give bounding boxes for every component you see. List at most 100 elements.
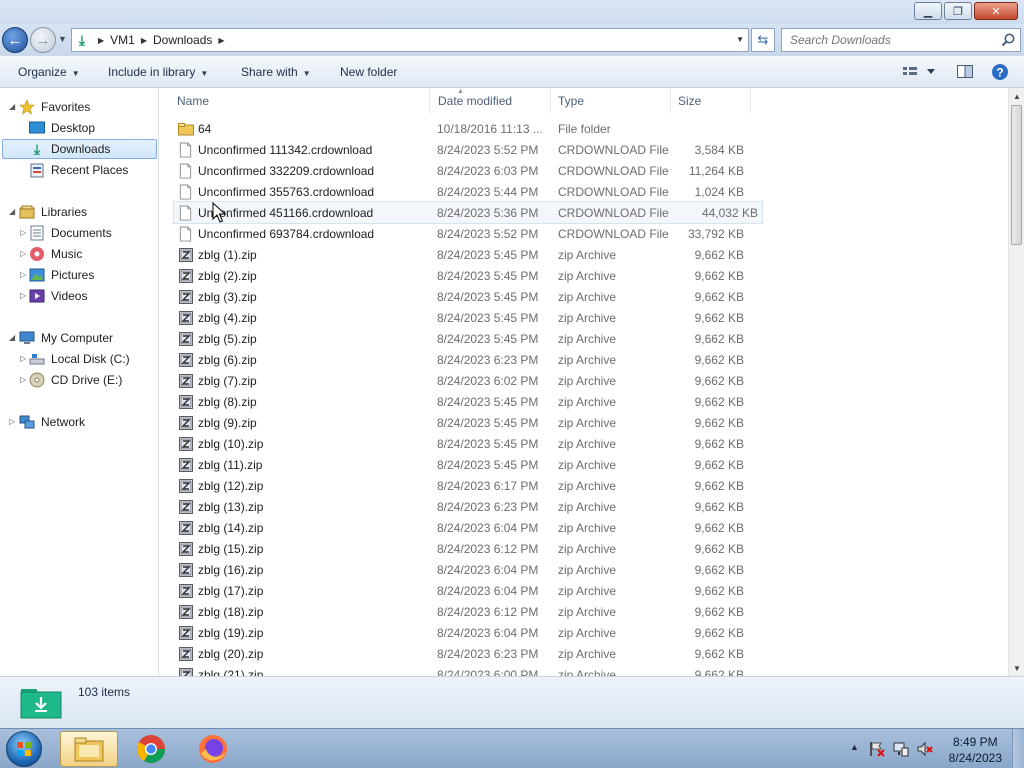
file-row[interactable]: zblg (4).zip 8/24/2023 5:45 PM zip Archive… <box>160 307 1008 328</box>
file-row[interactable]: zblg (5).zip 8/24/2023 5:45 PM zip Archive… <box>160 328 1008 349</box>
expand-arrow-icon[interactable]: ▷ <box>20 270 26 279</box>
address-bar[interactable]: ⤓ ▶ VM1 ▶ Downloads ▶ ▼ <box>71 28 749 52</box>
nav-libraries[interactable]: Libraries <box>18 202 87 222</box>
recent-pages-dropdown[interactable]: ▼ <box>58 34 67 44</box>
breadcrumb-downloads[interactable]: Downloads <box>153 33 212 47</box>
nav-favorites[interactable]: Favorites <box>18 97 90 117</box>
expand-arrow-icon[interactable]: ▷ <box>20 354 26 363</box>
breadcrumb-arrow-icon[interactable]: ▶ <box>218 36 224 45</box>
file-row[interactable]: zblg (14).zip 8/24/2023 6:04 PM zip Archiv… <box>160 517 1008 538</box>
nav-downloads[interactable]: ⤓ Downloads <box>2 139 157 159</box>
taskbar-explorer-button[interactable] <box>60 731 118 767</box>
file-row[interactable]: zblg (11).zip 8/24/2023 5:45 PM zip Archiv… <box>160 454 1008 475</box>
collapse-arrow-icon[interactable]: ◢ <box>9 207 15 216</box>
breadcrumb-arrow-icon[interactable]: ▶ <box>98 36 104 45</box>
file-type: zip Archive <box>558 604 617 619</box>
file-row[interactable]: Unconfirmed 693784.crdownload 8/24/2023 5… <box>160 223 1008 244</box>
nav-videos[interactable]: Videos <box>28 286 87 306</box>
taskbar-clock[interactable]: 8:49 PM 8/24/2023 <box>949 734 1002 766</box>
share-with-button[interactable]: Share with ▼ <box>241 65 311 79</box>
file-row[interactable]: zblg (9).zip 8/24/2023 5:45 PM zip Archive… <box>160 412 1008 433</box>
file-row[interactable]: zblg (7).zip 8/24/2023 6:02 PM zip Archive… <box>160 370 1008 391</box>
expand-arrow-icon[interactable]: ▷ <box>20 249 26 258</box>
start-button[interactable] <box>6 731 42 767</box>
network-status-icon[interactable] <box>892 740 910 758</box>
nav-my-computer[interactable]: My Computer <box>18 328 113 348</box>
show-desktop-button[interactable] <box>1012 729 1024 768</box>
file-row[interactable]: zblg (20).zip 8/24/2023 6:23 PM zip Archiv… <box>160 643 1008 664</box>
close-button[interactable]: ✕ <box>974 2 1018 20</box>
file-row[interactable]: zblg (12).zip 8/24/2023 6:17 PM zip Archiv… <box>160 475 1008 496</box>
nav-desktop[interactable]: Desktop <box>28 118 95 138</box>
breadcrumb-vm1[interactable]: VM1 <box>110 33 135 47</box>
nav-local-disk[interactable]: Local Disk (C:) <box>28 349 130 369</box>
file-icon <box>178 184 193 200</box>
file-icon <box>178 226 193 242</box>
column-header-type[interactable]: Type <box>551 88 671 114</box>
file-name: zblg (6).zip <box>198 352 257 367</box>
forward-button[interactable]: → <box>30 27 56 53</box>
search-box[interactable] <box>781 28 1021 52</box>
file-row[interactable]: zblg (2).zip 8/24/2023 5:45 PM zip Archive… <box>160 265 1008 286</box>
refresh-button[interactable]: ⇆ <box>751 28 775 52</box>
search-icon[interactable] <box>1000 32 1016 48</box>
file-row[interactable]: zblg (21).zip 8/24/2023 6:00 PM zip Archiv… <box>160 664 1008 676</box>
help-button[interactable]: ? <box>990 62 1010 85</box>
new-folder-button[interactable]: New folder <box>340 65 397 79</box>
column-header-date[interactable]: Date modified <box>430 88 551 114</box>
vertical-scrollbar[interactable]: ▲ ▼ <box>1008 88 1024 676</box>
system-tray: ▲ 8:49 PM 8/24/2023 <box>834 729 1024 768</box>
column-header-name[interactable]: Name <box>160 88 430 114</box>
file-row[interactable]: zblg (19).zip 8/24/2023 6:04 PM zip Archiv… <box>160 622 1008 643</box>
expand-arrow-icon[interactable]: ▷ <box>20 291 26 300</box>
file-row[interactable]: zblg (3).zip 8/24/2023 5:45 PM zip Archive… <box>160 286 1008 307</box>
expand-arrow-icon[interactable]: ▷ <box>9 417 15 426</box>
file-row[interactable]: zblg (16).zip 8/24/2023 6:04 PM zip Archiv… <box>160 559 1008 580</box>
file-row[interactable]: Unconfirmed 355763.crdownload 8/24/2023 5… <box>160 181 1008 202</box>
back-button[interactable]: ← <box>2 27 28 53</box>
show-hidden-icons-arrow-icon[interactable]: ▲ <box>850 742 859 752</box>
zip-icon <box>178 247 193 263</box>
nav-pictures[interactable]: Pictures <box>28 265 94 285</box>
breadcrumb-arrow-icon[interactable]: ▶ <box>141 36 147 45</box>
expand-arrow-icon[interactable]: ▷ <box>20 375 26 384</box>
file-row[interactable]: zblg (8).zip 8/24/2023 5:45 PM zip Archive… <box>160 391 1008 412</box>
scrollbar-thumb[interactable] <box>1011 105 1022 245</box>
file-row[interactable]: Unconfirmed 332209.crdownload 8/24/2023 6… <box>160 160 1008 181</box>
preview-pane-button[interactable] <box>955 62 975 85</box>
organize-button[interactable]: Organize ▼ <box>18 65 80 79</box>
scroll-down-arrow-icon[interactable]: ▼ <box>1009 660 1024 676</box>
minimize-button[interactable]: ▁ <box>914 2 942 20</box>
scroll-up-arrow-icon[interactable]: ▲ <box>1009 88 1024 104</box>
expand-arrow-icon[interactable]: ▷ <box>20 228 26 237</box>
title-bar[interactable]: ▁ ❐ ✕ <box>0 0 1024 24</box>
file-row[interactable]: zblg (6).zip 8/24/2023 6:23 PM zip Archive… <box>160 349 1008 370</box>
taskbar-firefox-button[interactable] <box>184 731 242 767</box>
nav-music[interactable]: Music <box>28 244 82 264</box>
include-in-library-button[interactable]: Include in library ▼ <box>108 65 208 79</box>
nav-cd-drive[interactable]: CD Drive (E:) <box>28 370 122 390</box>
column-header-size[interactable]: Size <box>671 88 751 114</box>
action-center-flag-icon[interactable] <box>868 740 886 758</box>
nav-network[interactable]: Network <box>18 412 85 432</box>
nav-recent-places[interactable]: Recent Places <box>28 160 128 180</box>
taskbar-chrome-button[interactable] <box>122 731 180 767</box>
file-row[interactable]: zblg (17).zip 8/24/2023 6:04 PM zip Archiv… <box>160 580 1008 601</box>
file-row[interactable]: Unconfirmed 451166.crdownload 8/24/2023 5… <box>173 201 763 224</box>
maximize-button[interactable]: ❐ <box>944 2 972 20</box>
file-row[interactable]: zblg (10).zip 8/24/2023 5:45 PM zip Archiv… <box>160 433 1008 454</box>
collapse-arrow-icon[interactable]: ◢ <box>9 333 15 342</box>
nav-documents[interactable]: Documents <box>28 223 112 243</box>
volume-muted-icon[interactable] <box>916 740 934 758</box>
search-input[interactable] <box>790 33 990 47</box>
file-row[interactable]: zblg (15).zip 8/24/2023 6:12 PM zip Archiv… <box>160 538 1008 559</box>
file-row[interactable]: zblg (1).zip 8/24/2023 5:45 PM zip Archive… <box>160 244 1008 265</box>
file-row[interactable]: zblg (13).zip 8/24/2023 6:23 PM zip Archiv… <box>160 496 1008 517</box>
address-dropdown-icon[interactable]: ▼ <box>736 35 744 44</box>
file-row[interactable]: zblg (18).zip 8/24/2023 6:12 PM zip Archiv… <box>160 601 1008 622</box>
collapse-arrow-icon[interactable]: ◢ <box>9 102 15 111</box>
file-row[interactable]: Unconfirmed 111342.crdownload 8/24/2023 5… <box>160 139 1008 160</box>
file-name: Unconfirmed 693784.crdownload <box>198 226 375 241</box>
file-row[interactable]: 64 10/18/2016 11:13 ... File folder <box>160 118 1008 139</box>
change-view-button[interactable] <box>900 62 940 85</box>
